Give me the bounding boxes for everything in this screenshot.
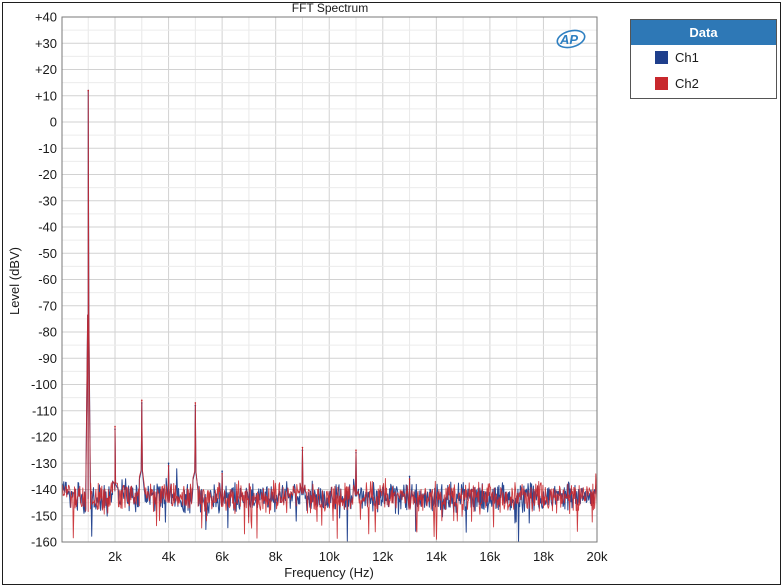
peak-point-ch2 (301, 446, 304, 449)
y-tick-label: +20 (35, 62, 57, 77)
peak-point-ch1 (408, 475, 411, 478)
y-tick-label: +40 (35, 10, 57, 25)
legend-swatch-ch1 (655, 51, 668, 64)
legend-swatch-ch2 (655, 77, 668, 90)
peak-point-ch2 (114, 425, 116, 428)
x-tick-label: 14k (426, 549, 447, 564)
y-tick-label: -40 (38, 220, 57, 235)
x-tick-label: 12k (372, 549, 393, 564)
y-tick-label: +30 (35, 36, 57, 51)
x-tick-labels: 2k 4k 6k 8k 10k 12k 14k 16k 18k 20k (108, 549, 608, 564)
y-tick-label: -120 (31, 430, 57, 445)
y-tick-label: -90 (38, 351, 57, 366)
svg-text:AP: AP (559, 32, 578, 47)
y-tick-label: -30 (38, 193, 57, 208)
y-tick-label: -60 (38, 272, 57, 287)
y-tick-label: +10 (35, 88, 57, 103)
peak-point-ch2 (221, 472, 223, 475)
peak-point-ch1 (167, 462, 170, 465)
peak-point-ch1 (221, 470, 223, 472)
peak-point-ch2 (194, 402, 197, 404)
chart-title: FFT Spectrum (292, 1, 368, 15)
peak-point-ch2 (408, 478, 411, 480)
y-tick-label: -160 (31, 535, 57, 550)
y-tick-label: -80 (38, 325, 57, 340)
legend-item-ch1[interactable]: Ch1 (631, 45, 776, 71)
legend-header: Data (631, 20, 776, 45)
y-tick-label: 0 (50, 115, 57, 130)
y-tick-label: -70 (38, 298, 57, 313)
legend-item-ch2[interactable]: Ch2 (631, 71, 776, 97)
legend: Data Ch1 Ch2 (630, 19, 777, 99)
x-tick-label: 16k (479, 549, 500, 564)
legend-label: Ch2 (675, 76, 699, 91)
y-axis-label: Level (dBV) (7, 247, 22, 315)
ap-logo-icon: AP (556, 29, 586, 49)
y-tick-label: -150 (31, 508, 57, 523)
y-tick-label: -140 (31, 482, 57, 497)
x-axis-label: Frequency (Hz) (284, 565, 374, 580)
y-tick-label: -110 (32, 403, 57, 418)
y-tick-labels: +40 +30 +20 +10 0 -10 -20 -30 -40 -50 -60 -70 -80 -90… (31, 10, 57, 550)
y-tick-label: -100 (31, 377, 57, 392)
x-tick-label: 20k (587, 549, 608, 564)
y-tick-label: -20 (38, 167, 57, 182)
peak-point-ch2 (167, 465, 170, 467)
legend-label: Ch1 (675, 50, 699, 65)
x-tick-label: 10k (319, 549, 340, 564)
x-tick-label: 4k (162, 549, 176, 564)
y-tick-label: -130 (31, 456, 57, 471)
x-tick-label: 6k (215, 549, 229, 564)
x-tick-label: 2k (108, 549, 122, 564)
y-tick-label: -10 (38, 141, 57, 156)
x-tick-label: 8k (269, 549, 283, 564)
peak-point-ch2 (355, 449, 357, 451)
y-tick-label: -50 (38, 246, 57, 261)
peak-point-ch2 (87, 89, 90, 92)
x-tick-label: 18k (533, 549, 554, 564)
peak-point-ch2 (140, 399, 143, 402)
